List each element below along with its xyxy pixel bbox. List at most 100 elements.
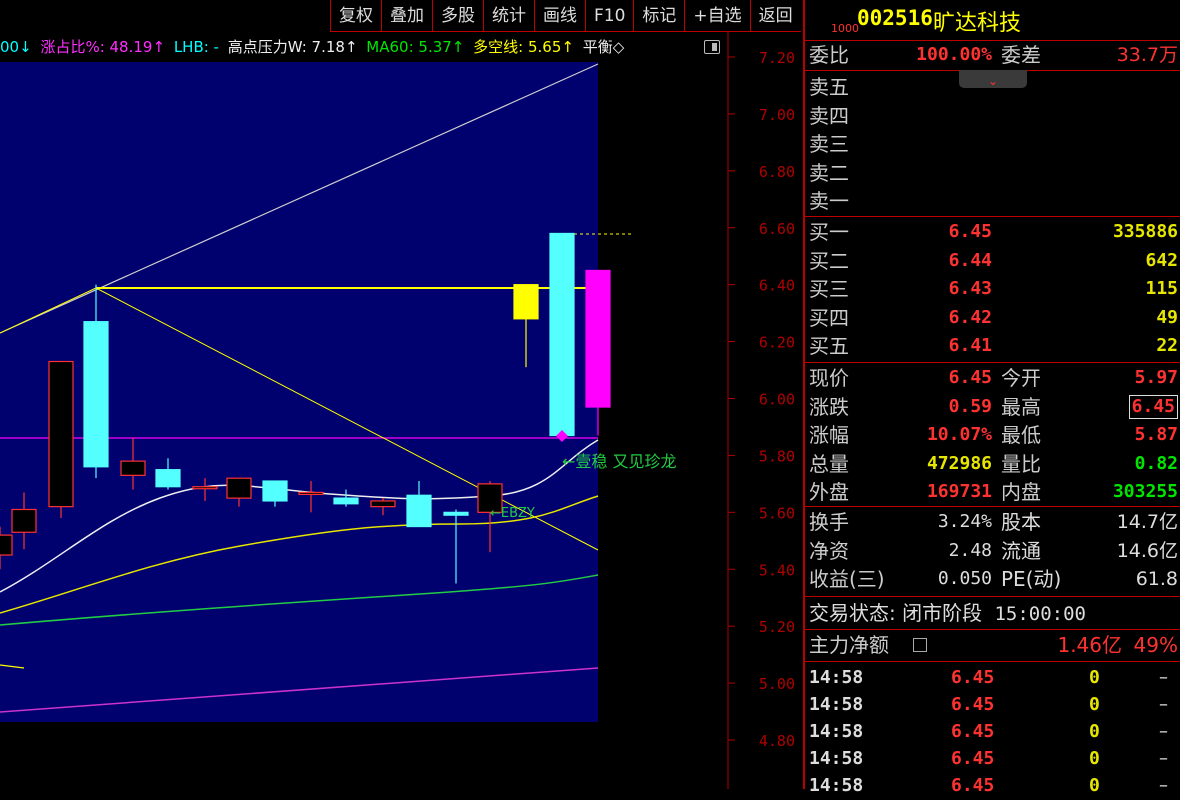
buy-price: 6.41 (948, 335, 992, 357)
toolbar-button[interactable]: 统计 (483, 0, 534, 32)
trade-status-row: 交易状态: 闭市阶段 15:00:00 (809, 599, 1180, 627)
stat-label: 外盘 (809, 480, 849, 505)
sell-row[interactable]: 卖二 (809, 159, 1180, 187)
annotation-yiwen: ←壹稳 又见珍龙 (562, 452, 677, 471)
candle-body (11, 508, 37, 533)
main-force-pct: 49% (1133, 633, 1178, 657)
indicator-lhb: LHB: - (173, 38, 219, 56)
stat2-row: 净资 2.48 流通 14.6亿 (809, 537, 1180, 565)
toolbar-button[interactable]: 返回 (749, 0, 801, 32)
chart-toolbar: 复权 叠加 多股 统计 画线 F10 标记 +自选 返回 (330, 0, 801, 32)
stat-row: 外盘 169731 内盘 303255 (809, 478, 1180, 506)
tick-price: 6.45 (951, 694, 995, 715)
toolbar-button[interactable]: 多股 (432, 0, 483, 32)
price-axis-label: 6.20 (759, 334, 795, 352)
sell-row[interactable]: 卖一 (809, 187, 1180, 215)
stat2-label: 换手 (809, 510, 849, 534)
buy-level-label: 买三 (809, 277, 849, 302)
stock-code: 002516 (857, 6, 933, 30)
stat-value: 6.45 (948, 367, 992, 388)
buy-volume: 642 (1145, 249, 1178, 271)
price-axis-label: 7.20 (759, 49, 795, 67)
buy-volume: 22 (1156, 335, 1178, 357)
sell-level-label: 卖一 (809, 189, 849, 214)
tick-volume: 0 (1089, 748, 1100, 769)
kline-chart[interactable]: 7.20 7.00 6.80 6.60 6.40 6.20 6.00 5.80 5.60 5.40… (0, 0, 801, 789)
sell-row[interactable]: 卖四 (809, 102, 1180, 130)
tick-row: 14:58 6.45 0 – (809, 718, 1180, 746)
toolbar-button[interactable]: F10 (585, 0, 634, 32)
toolbar-button[interactable]: 复权 (330, 0, 381, 32)
toolbar-button[interactable]: +自选 (684, 0, 750, 32)
price-axis-label: 5.80 (759, 447, 795, 465)
buy-row[interactable]: 买三 6.43 115 (809, 275, 1180, 303)
kline-chart-canvas[interactable]: 7.20 7.00 6.80 6.60 6.40 6.20 6.00 5.80 5.60 5.40… (0, 0, 800, 789)
stat-value-2: 5.97 (1134, 367, 1178, 388)
stock-name: 旷达科技 (933, 11, 1022, 36)
candle-body (333, 497, 359, 505)
price-axis-label: 5.60 (759, 504, 795, 522)
stat-row: 涨跌 0.59 最高 6.45 (809, 393, 1180, 421)
price-axis-label: 6.80 (759, 163, 795, 181)
stat-label-2: 内盘 (1001, 480, 1041, 505)
sell-level-label: 卖五 (809, 75, 849, 99)
price-axis-label: 5.20 (759, 618, 795, 636)
stat2-label-2: 流通 (1001, 538, 1041, 563)
price-axis-label: 6.00 (759, 391, 795, 409)
candle-body (83, 321, 109, 468)
candle-body (370, 500, 396, 508)
indicator-prefix: 00↓ (0, 38, 32, 56)
stat-value: 169731 (926, 481, 992, 503)
list-icon[interactable] (913, 638, 927, 652)
buy-row[interactable]: 买五 6.41 22 (809, 332, 1180, 360)
candle-body (443, 511, 469, 516)
stock-tag: 1000 (831, 22, 859, 35)
buy-level-label: 买二 (809, 248, 849, 273)
candle-body (549, 232, 575, 437)
stat-row: 现价 6.45 今开 5.97 (809, 364, 1180, 392)
stat-value-2: 0.82 (1134, 452, 1178, 474)
weicha-label: 委差 (1001, 43, 1041, 67)
sell-level-label: 卖二 (809, 160, 849, 185)
candle-body (226, 477, 252, 499)
tick-time: 14:58 (809, 748, 864, 769)
weibi-value: 100.00% (916, 44, 992, 65)
candle-body (513, 284, 539, 320)
candle-body (406, 494, 432, 528)
buy-level-label: 买五 (809, 334, 849, 359)
stat2-value: 2.48 (948, 539, 992, 561)
stat-label: 涨跌 (809, 394, 849, 419)
stat-value-2: 5.87 (1134, 424, 1178, 446)
sell-row[interactable]: 卖五 (809, 73, 1180, 101)
stat-label: 总量 (809, 451, 849, 476)
tick-flag: – (1159, 775, 1168, 796)
indicator-bar: 00↓ 涨占比%: 48.19↑ LHB: - 高点压力W: 7.18↑ MA6… (0, 33, 730, 61)
stat2-row: 收益(三) 0.050 PE(动) 61.8 (809, 565, 1180, 593)
sell-row[interactable]: 卖三 (809, 130, 1180, 158)
buy-row[interactable]: 买一 6.45 335886 (809, 218, 1180, 246)
tick-flag: – (1159, 721, 1168, 742)
toolbar-button[interactable]: 叠加 (381, 0, 432, 32)
stat2-value: 0.050 (937, 568, 992, 590)
tick-time: 14:58 (809, 694, 864, 715)
buy-row[interactable]: 买二 6.44 642 (809, 247, 1180, 275)
stat-value-2: 6.45 (1128, 394, 1178, 419)
stat-label-2: 最高 (1001, 394, 1041, 419)
price-axis-label: 5.00 (759, 675, 795, 693)
tick-row: 14:58 6.45 0 – (809, 745, 1180, 773)
sell-level-label: 卖四 (809, 103, 849, 128)
tick-time: 14:58 (809, 721, 864, 742)
price-axis-label: 6.60 (759, 220, 795, 238)
price-axis-label: 5.40 (759, 561, 795, 579)
indicator-toggle-icon[interactable] (704, 40, 720, 54)
stat-label: 现价 (809, 366, 849, 390)
tick-price: 6.45 (951, 775, 995, 796)
indicator-pingheng: 平衡◇ (582, 38, 625, 56)
stat2-value-2: 14.7亿 (1116, 511, 1178, 533)
stat-value: 0.59 (948, 395, 992, 417)
toolbar-button[interactable]: 标记 (633, 0, 685, 32)
buy-row[interactable]: 买四 6.42 49 (809, 304, 1180, 332)
toolbar-button[interactable]: 画线 (534, 0, 585, 32)
tick-price: 6.45 (951, 748, 995, 769)
stat2-label: 收益(三) (809, 567, 885, 592)
